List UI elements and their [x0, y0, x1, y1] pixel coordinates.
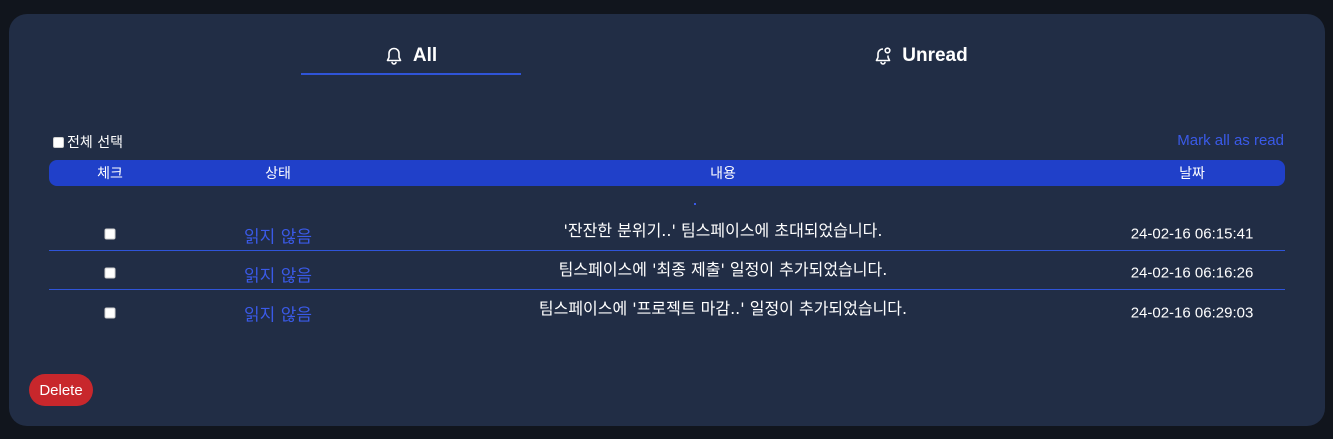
tab-unread[interactable]: Unread	[811, 36, 1031, 76]
table-header: 체크 상태 내용 날짜	[49, 160, 1285, 186]
tab-all-label: All	[412, 45, 438, 66]
row-content: 팀스페이스에 '프로젝트 마감..' 일정이 추가되었습니다.	[538, 299, 908, 319]
notifications-panel: All Unread 전체 선택 Mark all as read 체크 상태 …	[9, 14, 1325, 426]
loading-dot	[694, 203, 696, 205]
tab-all[interactable]: All	[301, 36, 521, 76]
select-all-label: 전체 선택	[67, 135, 123, 151]
header-content: 내용	[710, 166, 736, 182]
row-content: '잔잔한 분위기..' 팀스페이스에 초대되었습니다.	[563, 220, 883, 240]
row-date: 24-02-16 06:15:41	[1130, 225, 1254, 243]
table-row[interactable]: 읽지 않음 팀스페이스에 '최종 제출' 일정이 추가되었습니다. 24-02-…	[49, 251, 1285, 290]
table-row[interactable]: 읽지 않음 '잔잔한 분위기..' 팀스페이스에 초대되었습니다. 24-02-…	[49, 212, 1285, 251]
table-row[interactable]: 읽지 않음 팀스페이스에 '프로젝트 마감..' 일정이 추가되었습니다. 24…	[49, 290, 1285, 329]
row-date: 24-02-16 06:29:03	[1130, 304, 1254, 322]
active-tab-indicator	[301, 73, 521, 75]
bell-icon	[385, 46, 403, 66]
header-date: 날짜	[1179, 166, 1205, 182]
header-status: 상태	[265, 166, 291, 182]
header-check: 체크	[97, 166, 123, 182]
row-status: 읽지 않음	[244, 305, 312, 326]
select-all-checkbox[interactable]	[53, 136, 64, 148]
tab-unread-label: Unread	[902, 45, 968, 66]
row-date: 24-02-16 06:16:26	[1130, 264, 1254, 282]
select-all-control[interactable]: 전체 선택	[53, 132, 123, 152]
bell-dot-icon	[874, 46, 892, 66]
mark-all-read-link[interactable]: Mark all as read	[1177, 132, 1284, 149]
row-status: 읽지 않음	[244, 266, 312, 287]
delete-button[interactable]: Delete	[29, 374, 93, 406]
row-content: 팀스페이스에 '최종 제출' 일정이 추가되었습니다.	[558, 259, 888, 279]
row-status: 읽지 않음	[244, 227, 312, 248]
